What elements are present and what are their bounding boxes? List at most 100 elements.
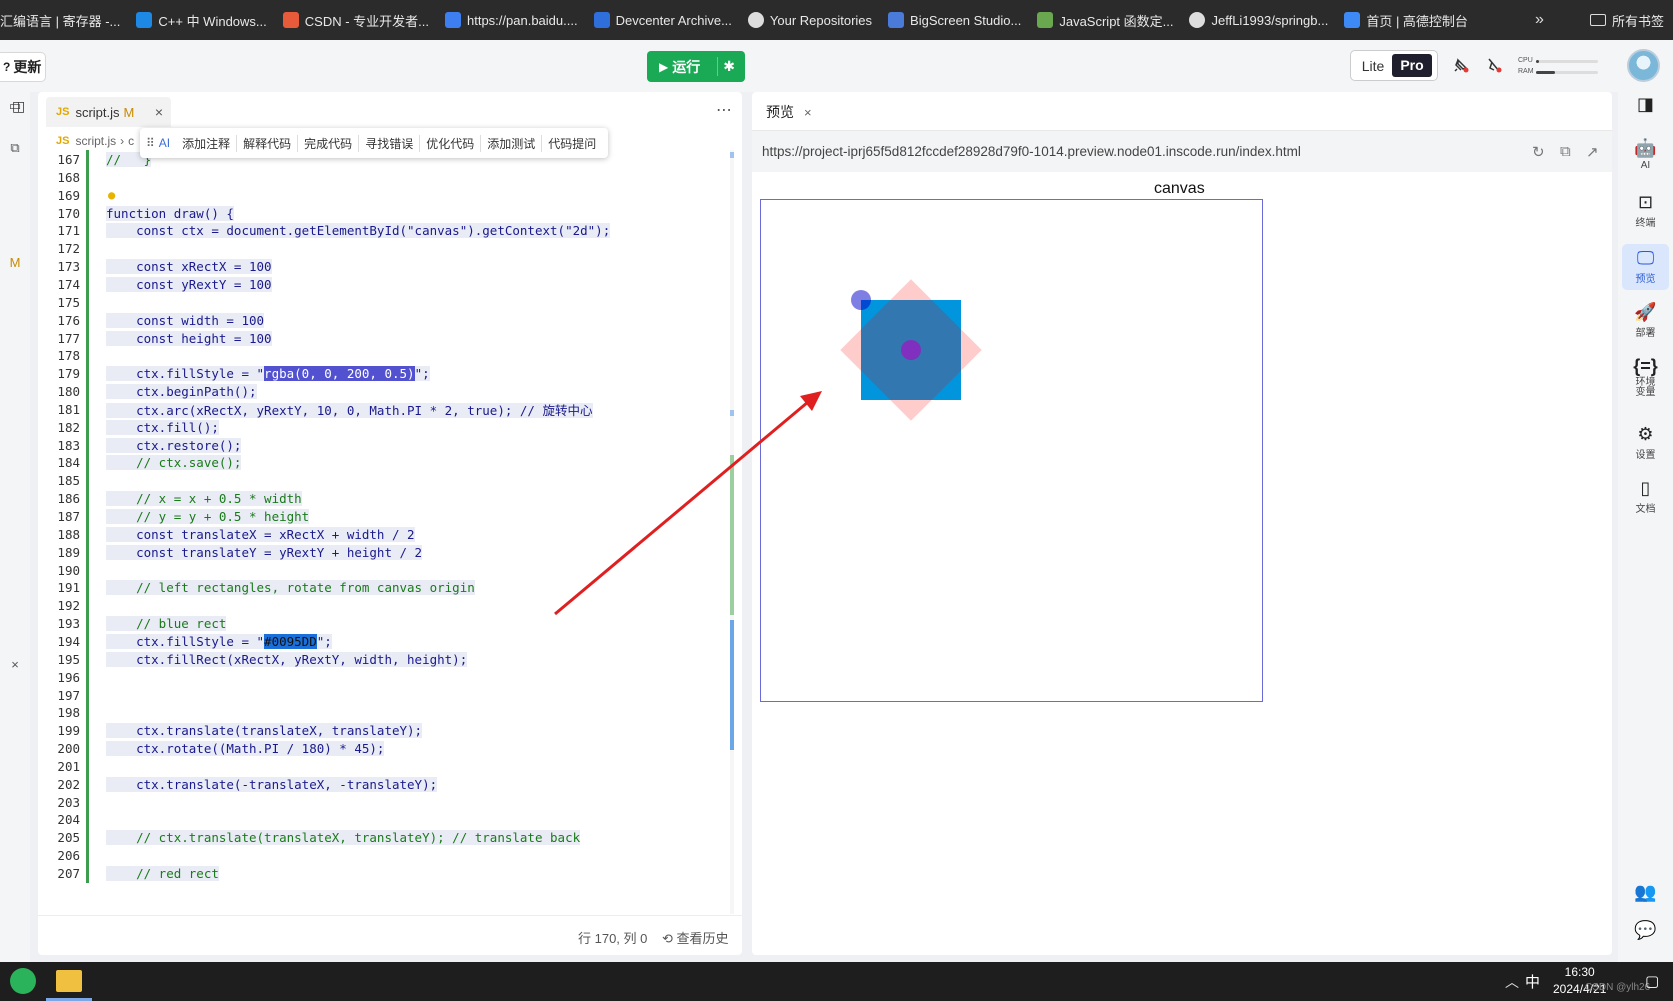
ai-ask-question-button[interactable]: 代码提问 (541, 134, 602, 152)
community-button[interactable]: 👥 (1622, 880, 1669, 904)
ai-explain-code-button[interactable]: 解释代码 (236, 134, 297, 152)
code-line[interactable]: 172 (38, 239, 742, 259)
tab-close-icon[interactable]: × (155, 104, 163, 120)
tray-chevron-icon[interactable]: ︿ (1505, 972, 1519, 992)
close-icon[interactable]: × (6, 657, 24, 672)
code-line[interactable]: 195 ctx.fillRect(xRectX, yRextY, width, … (38, 649, 742, 669)
sidebar-item-docs[interactable]: ▯ 文档 (1622, 476, 1669, 515)
breadcrumb-file[interactable]: script.js (75, 134, 116, 148)
tab-preview[interactable]: 预览 × (766, 102, 812, 122)
code-line[interactable]: 174 const yRextY = 100 (38, 274, 742, 294)
code-area[interactable]: 167// } 168 169 ● 170 function draw() {171 co… (38, 150, 742, 914)
code-line[interactable]: 178 (38, 346, 742, 366)
code-line[interactable]: 187 // y = y + 0.5 * height (38, 507, 742, 526)
breadcrumb-symbol[interactable]: c (128, 134, 134, 148)
code-line[interactable]: 202 ctx.translate(-translateX, -translat… (38, 774, 742, 794)
open-external-icon[interactable]: ↗ (1586, 143, 1599, 161)
view-history-button[interactable]: ⟲ 查看历史 (662, 928, 729, 947)
code-line[interactable]: 196 (38, 667, 742, 687)
code-line[interactable]: 177 const height = 100 (38, 328, 742, 348)
code-line[interactable]: 203 (38, 792, 742, 812)
code-line[interactable]: 199 ctx.translate(translateX, translateY… (38, 721, 742, 741)
ai-add-tests-button[interactable]: 添加测试 (480, 134, 541, 152)
code-line[interactable]: 188 const translateX = xRectX + width / … (38, 524, 742, 544)
plan-pro-option[interactable]: Pro (1392, 54, 1432, 77)
bookmark-item[interactable]: C++ 中 Windows... (128, 0, 274, 40)
pin-icon[interactable] (1450, 54, 1472, 76)
copy-icon[interactable]: ⧉ (6, 140, 24, 156)
code-line[interactable]: 191 // left rectangles, rotate from canv… (38, 578, 742, 598)
code-line[interactable]: 175 (38, 292, 742, 312)
plan-lite-option[interactable]: Lite (1354, 58, 1392, 74)
tab-script-js[interactable]: JS script.js M × (46, 97, 171, 127)
bookmark-item[interactable]: https://pan.baidu.... (437, 0, 586, 40)
code-line[interactable]: 204 (38, 810, 742, 830)
run-settings-icon[interactable]: ✱ (723, 58, 735, 75)
preview-close-icon[interactable]: × (804, 105, 812, 120)
sidebar-item-terminal[interactable]: ⊡ 终端 (1622, 190, 1669, 229)
cursor-position[interactable]: 行 170, 列 0 (578, 928, 647, 947)
sidebar-item-env-vars[interactable]: {=} 环境 变量 (1622, 354, 1669, 398)
code-line[interactable]: 207 // red rect (38, 864, 742, 883)
code-line[interactable]: 183 ctx.restore(); (38, 435, 742, 455)
bookmarks-overflow-button[interactable]: » (1535, 0, 1544, 40)
code-line[interactable]: 185 (38, 471, 742, 491)
bookmark-item[interactable]: JavaScript 函数定... (1029, 0, 1181, 40)
code-line[interactable]: 173 const xRectX = 100 (38, 257, 742, 277)
refresh-icon[interactable]: ↻ (1532, 143, 1545, 161)
bookmark-item[interactable]: 首页 | 高德控制台 (1336, 0, 1476, 40)
chat-app-icon[interactable] (10, 968, 36, 994)
code-line[interactable]: 170 function draw() { (38, 203, 742, 223)
user-avatar[interactable] (1627, 49, 1660, 82)
bookmark-item[interactable]: Devcenter Archive... (586, 0, 740, 40)
run-button[interactable]: ▶ 运行 ✱ (647, 51, 745, 82)
more-options-icon[interactable]: ⋯ (716, 100, 732, 120)
code-line[interactable]: 176 const width = 100 (38, 310, 742, 330)
code-line[interactable]: 193 // blue rect (38, 614, 742, 634)
code-line[interactable]: 186 // x = x + 0.5 * width (38, 489, 742, 509)
code-line[interactable]: 180 ctx.beginPath(); (38, 382, 742, 402)
sidebar-item-preview[interactable]: 🖵 预览 (1622, 244, 1669, 290)
code-line[interactable]: 179 ctx.fillStyle = "rgba(0, 0, 200, 0.5… (38, 364, 742, 384)
code-line[interactable]: 201 (38, 756, 742, 776)
all-bookmarks-button[interactable]: 所有书签 (1590, 0, 1664, 40)
code-line[interactable]: 168 (38, 167, 742, 187)
file-explorer-icon[interactable] (56, 970, 82, 992)
debug-icon[interactable] (1483, 54, 1505, 76)
sidebar-item-deploy[interactable]: 🚀 部署 (1622, 300, 1669, 339)
code-line[interactable]: 169 ● (38, 185, 742, 205)
ai-find-bugs-button[interactable]: 寻找错误 (358, 134, 419, 152)
code-line[interactable]: 198 (38, 703, 742, 723)
plan-toggle[interactable]: Lite Pro (1350, 50, 1438, 81)
code-line[interactable]: 181 ctx.arc(xRectX, yRextY, 10, 0, Math.… (38, 399, 742, 419)
sidebar-layout-toggle[interactable]: ◨ (1622, 92, 1669, 116)
code-line[interactable]: 192 (38, 596, 742, 616)
code-line[interactable]: 194 ctx.fillStyle = "#0095DD"; (38, 631, 742, 651)
sidebar-item-settings[interactable]: ⚙ 设置 (1622, 422, 1669, 461)
bookmark-item[interactable]: BigScreen Studio... (880, 0, 1029, 40)
devtools-icon[interactable]: ⧉ (1560, 143, 1571, 160)
code-line[interactable]: 200 ctx.rotate((Math.PI / 180) * 45); (38, 739, 742, 759)
notification-icon[interactable]: ▢ (1645, 972, 1659, 990)
code-line[interactable]: 197 (38, 685, 742, 705)
ai-complete-code-button[interactable]: 完成代码 (297, 134, 358, 152)
bookmark-item[interactable]: Your Repositories (740, 0, 880, 40)
code-line[interactable]: 206 (38, 846, 742, 866)
bookmark-item[interactable]: 汇编语言 | 寄存器 -... (0, 0, 128, 40)
lightbulb-icon[interactable]: ● (108, 188, 115, 202)
panel-toggle-icon[interactable]: ◫ (12, 98, 25, 115)
feedback-button[interactable]: 💬 (1622, 918, 1669, 942)
sidebar-item-ai[interactable]: 🤖 AI (1622, 136, 1669, 171)
preview-url[interactable]: https://project-iprj65f5d812fccdef28928d… (762, 144, 1301, 159)
code-line[interactable]: 190 (38, 560, 742, 580)
bookmark-item[interactable]: JeffLi1993/springb... (1181, 0, 1336, 40)
code-line[interactable]: 184 // ctx.save(); (38, 453, 742, 473)
bookmark-item[interactable]: CSDN - 专业开发者... (275, 0, 437, 40)
code-line[interactable]: 182 ctx.fill(); (38, 417, 742, 437)
editor-scrollbar[interactable] (730, 150, 734, 914)
ime-indicator[interactable]: 中 (1525, 971, 1540, 992)
code-line[interactable]: 171 const ctx = document.getElementById(… (38, 221, 742, 241)
update-button[interactable]: ? 更新 (0, 52, 46, 82)
ai-optimize-code-button[interactable]: 优化代码 (419, 134, 480, 152)
drag-handle-icon[interactable]: ⠿ (146, 136, 155, 150)
